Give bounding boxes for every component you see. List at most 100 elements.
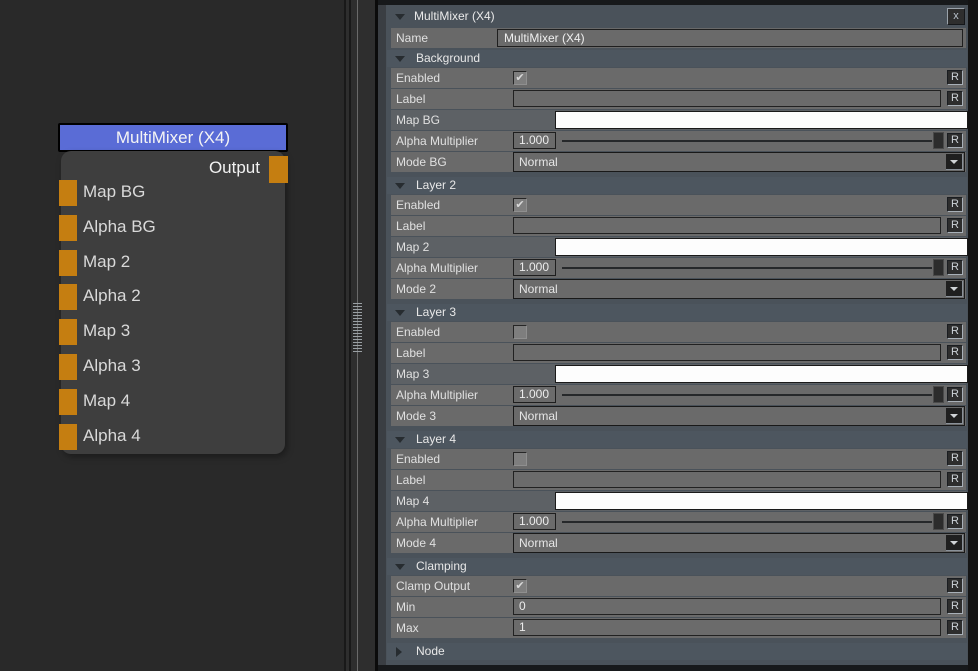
node-input-alpha-3: Alpha 3 [61,354,285,381]
input-port-icon[interactable] [59,424,77,450]
slider-handle-icon[interactable] [933,259,944,276]
row-label: Clamp Output [396,579,470,593]
reset-button[interactable]: R [947,218,963,233]
multimixer-node[interactable]: MultiMixer (X4) Output Map BG Alpha BG Map… [58,123,288,454]
reset-button[interactable]: R [947,197,963,212]
dropdown-value: Normal [514,534,964,552]
map-field-map-bg[interactable] [555,111,968,129]
reset-button[interactable]: R [947,133,963,148]
text-field-max[interactable]: 1 [513,619,941,636]
text-field-label[interactable] [513,217,941,234]
node-output-label: Output [209,158,260,178]
row-label: Name [396,31,428,45]
value-box[interactable]: 1.000 [513,132,556,149]
output-port-icon[interactable] [269,156,288,183]
dropdown-mode-4[interactable]: Normal [513,533,965,553]
value-box[interactable]: 1.000 [513,513,556,530]
slider-handle-icon[interactable] [933,513,944,530]
dropdown-mode-2[interactable]: Normal [513,279,965,299]
row-enabled: EnabledR [391,449,966,469]
triangle-down-icon [395,183,405,189]
map-field-map-3[interactable] [555,365,968,383]
window-edge [968,0,978,671]
chevron-down-icon[interactable] [946,154,963,170]
section-header-background[interactable]: Background [387,50,967,67]
input-port-icon[interactable] [59,389,77,415]
section-header-node[interactable]: Node [387,643,967,660]
reset-button[interactable]: R [947,387,963,402]
row-label: LabelR [391,89,966,109]
text-field-label[interactable] [513,471,941,488]
input-port-icon[interactable] [59,250,77,276]
section-header-clamping[interactable]: Clamping [387,558,967,575]
reset-button[interactable]: R [947,70,963,85]
input-port-icon[interactable] [59,180,77,206]
checkbox-clamp-output[interactable]: ✔ [513,579,527,593]
slider-track[interactable] [562,140,932,142]
section-title: Layer 2 [416,178,456,192]
close-button[interactable]: x [947,8,965,25]
chevron-down-icon[interactable] [946,408,963,424]
splitter-grip-icon[interactable] [353,303,362,353]
slider-track[interactable] [562,394,932,396]
row-label: Alpha Multiplier [396,388,478,402]
row-alpha-multiplier: Alpha Multiplier1.000R [391,258,966,278]
reset-button[interactable]: R [947,514,963,529]
reset-button[interactable]: R [947,578,963,593]
reset-button[interactable]: R [947,599,963,614]
text-field-label[interactable] [513,344,941,361]
node-body: Output Map BGAlpha BGMap 2Alpha 2Map 3Al… [61,151,285,454]
reset-button[interactable]: R [947,451,963,466]
dropdown-value: Normal [514,280,964,298]
dropdown-mode-3[interactable]: Normal [513,406,965,426]
triangle-down-icon [395,14,405,20]
row-label: Mode 2 [396,282,436,296]
map-field-map-4[interactable] [555,492,968,510]
slider-handle-icon[interactable] [933,386,944,403]
name-field[interactable]: MultiMixer (X4) [497,29,963,47]
slider-handle-icon[interactable] [933,132,944,149]
row-mode-4: Mode 4Normal [391,533,966,553]
input-port-icon[interactable] [59,319,77,345]
input-port-icon[interactable] [59,284,77,310]
app-window: MultiMixer (X4) Output Map BG Alpha BG Map… [0,0,978,671]
reset-button[interactable]: R [947,620,963,635]
map-field-map-2[interactable] [555,238,968,256]
node-title-bar[interactable]: MultiMixer (X4) [58,123,288,152]
reset-button[interactable]: R [947,472,963,487]
section-header-layer-3[interactable]: Layer 3 [387,304,967,321]
pane-splitter[interactable] [344,0,378,671]
node-input-map-4: Map 4 [61,389,285,416]
chevron-down-icon[interactable] [946,281,963,297]
section-header-layer-4[interactable]: Layer 4 [387,431,967,448]
checkbox-enabled[interactable] [513,325,527,339]
dropdown-mode-bg[interactable]: Normal [513,152,965,172]
value-box[interactable]: 1.000 [513,259,556,276]
value-box[interactable]: 1.000 [513,386,556,403]
reset-button[interactable]: R [947,91,963,106]
slider-track[interactable] [562,521,932,523]
row-enabled: EnabledR [391,322,966,342]
text-field-label[interactable] [513,90,941,107]
reset-button[interactable]: R [947,345,963,360]
slider-track[interactable] [562,267,932,269]
reset-button[interactable]: R [947,260,963,275]
divider [349,0,351,671]
row-alpha-multiplier: Alpha Multiplier1.000R [391,131,966,151]
reset-button[interactable]: R [947,324,963,339]
row-map-3: Map 3 [391,364,966,384]
checkbox-enabled[interactable]: ✔ [513,198,527,212]
input-port-icon[interactable] [59,354,77,380]
panel-header[interactable]: MultiMixer (X4) x [387,8,967,25]
input-port-icon[interactable] [59,215,77,241]
triangle-down-icon [395,437,405,443]
row-clamp-output: Clamp Output ✔ R [391,576,966,596]
node-input-label: Alpha BG [83,217,156,237]
checkbox-enabled[interactable] [513,452,527,466]
checkbox-enabled[interactable]: ✔ [513,71,527,85]
section-header-layer-2[interactable]: Layer 2 [387,177,967,194]
text-field-min[interactable]: 0 [513,598,941,615]
node-graph-canvas[interactable]: MultiMixer (X4) Output Map BG Alpha BG Map… [0,0,344,671]
node-input-map-bg: Map BG [61,180,285,207]
chevron-down-icon[interactable] [946,535,963,551]
